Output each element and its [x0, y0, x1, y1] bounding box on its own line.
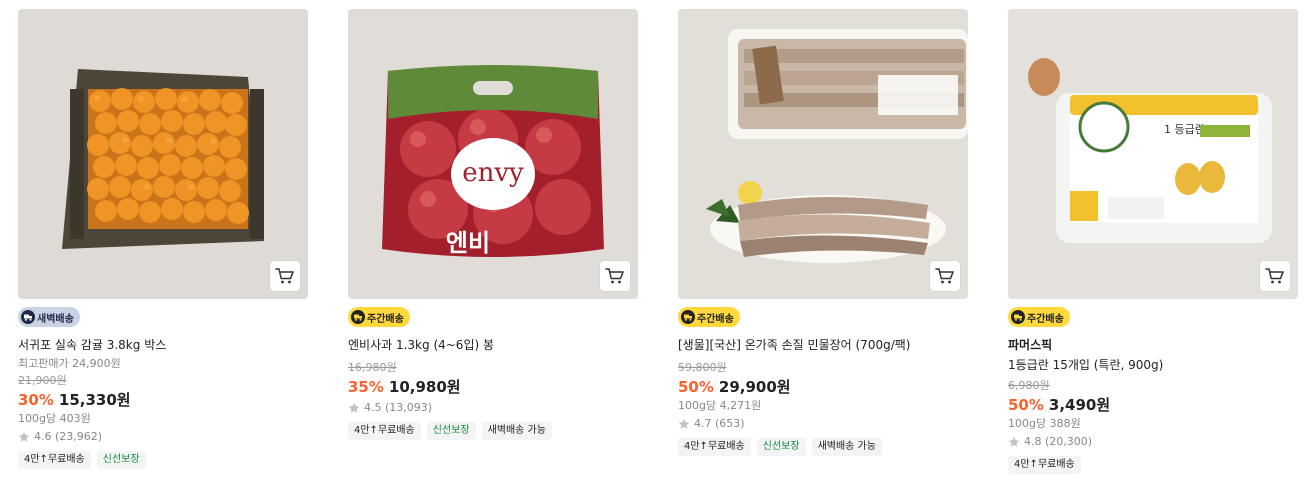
tag-fresh-guarantee: 신선보장	[756, 438, 806, 456]
egg-carton-image: 1 등급란	[1008, 9, 1298, 299]
price-row: 50% 3,490원	[1008, 395, 1298, 415]
product-card[interactable]: 새벽배송 서귀포 실속 감귤 3.8kg 박스 최고판매가 24,900원 21…	[18, 9, 308, 469]
product-image-tangerine[interactable]	[18, 9, 308, 299]
price-row: 30% 15,330원	[18, 390, 308, 410]
sale-price: 29,900원	[718, 378, 791, 396]
tag-free-shipping: 4만↑무료배송	[1008, 456, 1081, 474]
add-to-cart-button[interactable]	[270, 261, 300, 291]
original-price: 59,800원	[678, 361, 727, 374]
discount-rate: 50%	[678, 378, 714, 396]
original-price: 16,980원	[348, 361, 397, 374]
product-card[interactable]: envy 엔비 주간배송 엔비사과 1.3kg (4~6입) 봉 16,980원…	[348, 9, 638, 440]
envy-logo-text: envy	[462, 158, 524, 188]
delivery-badge: 주간배송	[678, 307, 740, 327]
product-title[interactable]: 1등급란 15개입 (특란, 900g)	[1008, 357, 1298, 373]
tangerine-box-image	[18, 9, 308, 299]
product-image-apple[interactable]: envy 엔비	[348, 9, 638, 299]
discount-rate: 50%	[1008, 396, 1044, 414]
rating: 4.5 (13,093)	[348, 401, 638, 415]
product-card[interactable]: 주간배송 [생물][국산] 온가족 손질 민물장어 (700g/팩) 59,80…	[678, 9, 968, 456]
rating-text: 4.8 (20,300)	[1024, 435, 1093, 448]
truck-icon	[351, 310, 365, 324]
rating-text: 4.7 (653)	[694, 417, 745, 430]
rating: 4.8 (20,300)	[1008, 435, 1298, 449]
envy-apple-bag-image: envy 엔비	[348, 9, 638, 299]
tag-dawn-available: 새벽배송 가능	[481, 422, 552, 440]
tag-fresh-guarantee: 신선보장	[426, 422, 476, 440]
price-row: 50% 29,900원	[678, 377, 968, 397]
sale-price: 3,490원	[1048, 396, 1111, 414]
truck-icon	[21, 310, 35, 324]
price-row: 35% 10,980원	[348, 377, 638, 397]
unit-price: 100g당 388원	[1008, 417, 1081, 430]
sale-price: 10,980원	[388, 378, 461, 396]
envy-korean-text: 엔비	[446, 229, 490, 257]
product-brand[interactable]: 파머스픽	[1008, 337, 1298, 353]
tag-list: 4만↑무료배송 신선보장 새벽배송 가능	[678, 438, 968, 456]
cart-icon	[1265, 268, 1284, 284]
tag-list: 4만↑무료배송 신선보장 새벽배송 가능	[348, 422, 638, 440]
product-card[interactable]: 1 등급란 주간배송 파머스픽 1등급란 15개입 (특란, 900g) 6,9…	[1008, 9, 1298, 474]
unit-price: 100g당 4,271원	[678, 399, 762, 412]
product-grid: 새벽배송 서귀포 실속 감귤 3.8kg 박스 최고판매가 24,900원 21…	[18, 9, 1298, 489]
discount-rate: 30%	[18, 391, 54, 409]
product-title[interactable]: 서귀포 실속 감귤 3.8kg 박스	[18, 337, 308, 353]
cart-icon	[275, 268, 294, 284]
product-image-eel[interactable]	[678, 9, 968, 299]
cart-icon	[935, 268, 954, 284]
star-icon	[678, 418, 690, 429]
original-price: 6,980원	[1008, 379, 1050, 392]
star-icon	[18, 431, 30, 442]
rating: 4.7 (653)	[678, 417, 968, 431]
tag-list: 4만↑무료배송 신선보장	[18, 451, 308, 469]
tag-fresh-guarantee: 신선보장	[96, 451, 146, 469]
rating-text: 4.6 (23,962)	[34, 430, 103, 443]
star-icon	[348, 402, 360, 413]
badge-label: 주간배송	[1027, 313, 1064, 325]
product-title[interactable]: [생물][국산] 온가족 손질 민물장어 (700g/팩)	[678, 337, 968, 353]
delivery-badge: 주간배송	[348, 307, 410, 327]
add-to-cart-button[interactable]	[600, 261, 630, 291]
star-icon	[1008, 436, 1020, 447]
product-image-eggs[interactable]: 1 등급란	[1008, 9, 1298, 299]
unit-price: 100g당 403원	[18, 412, 91, 425]
truck-icon	[681, 310, 695, 324]
product-subtext: 최고판매가 24,900원	[18, 357, 121, 370]
tag-free-shipping: 4만↑무료배송	[348, 422, 421, 440]
product-title[interactable]: 엔비사과 1.3kg (4~6입) 봉	[348, 337, 638, 353]
add-to-cart-button[interactable]	[930, 261, 960, 291]
badge-label: 새벽배송	[37, 313, 74, 325]
delivery-badge: 새벽배송	[18, 307, 80, 327]
badge-label: 주간배송	[367, 313, 404, 325]
rating: 4.6 (23,962)	[18, 430, 308, 444]
tag-dawn-available: 새벽배송 가능	[811, 438, 882, 456]
truck-icon	[1011, 310, 1025, 324]
tag-free-shipping: 4만↑무료배송	[18, 451, 91, 469]
original-price: 21,900원	[18, 374, 67, 387]
tag-list: 4만↑무료배송	[1008, 456, 1298, 474]
cart-icon	[605, 268, 624, 284]
add-to-cart-button[interactable]	[1260, 261, 1290, 291]
egg-grade-text: 1 등급란	[1164, 123, 1205, 136]
sale-price: 15,330원	[58, 391, 131, 409]
tag-free-shipping: 4만↑무료배송	[678, 438, 751, 456]
eel-package-image	[678, 9, 968, 299]
badge-label: 주간배송	[697, 313, 734, 325]
delivery-badge: 주간배송	[1008, 307, 1070, 327]
rating-text: 4.5 (13,093)	[364, 401, 433, 414]
discount-rate: 35%	[348, 378, 384, 396]
